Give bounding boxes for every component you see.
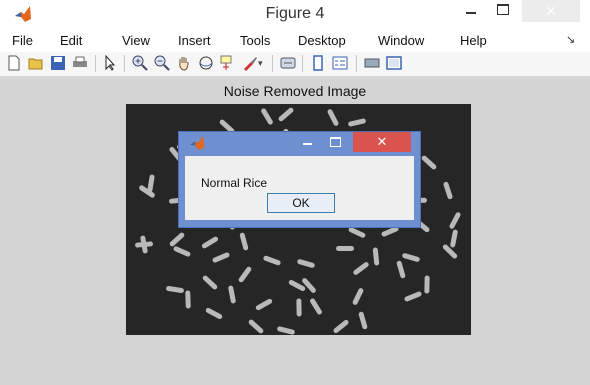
matlab-figure-window: Figure 4 ✕ File Edit View Insert Tools D…	[0, 0, 590, 385]
menu-file[interactable]: File	[12, 33, 33, 48]
rice-grain	[168, 231, 186, 248]
message-dialog: ✕ Normal Rice OK	[178, 131, 421, 228]
menu-overflow-arrow-icon[interactable]: ↘	[566, 33, 575, 46]
rice-grain	[401, 252, 421, 263]
rice-grain	[139, 235, 148, 254]
rice-grain	[263, 254, 282, 266]
menu-help[interactable]: Help	[460, 33, 487, 48]
close-button[interactable]: ✕	[522, 0, 580, 22]
insert-legend-icon[interactable]	[332, 55, 348, 71]
rice-grain	[260, 107, 274, 126]
rice-grain	[372, 247, 380, 266]
rice-grain	[332, 318, 350, 334]
print-icon[interactable]	[72, 55, 88, 71]
rice-grain	[441, 243, 458, 261]
rice-grain	[404, 290, 423, 302]
rice-grain	[247, 318, 265, 335]
dialog-message: Normal Rice	[201, 176, 268, 190]
rice-grain	[348, 117, 367, 127]
rice-grain	[147, 174, 155, 193]
rice-grain	[336, 246, 355, 252]
link-plot-icon[interactable]	[280, 55, 296, 71]
rice-grain	[347, 226, 367, 239]
hide-plot-tools-icon[interactable]	[364, 55, 380, 71]
rice-grain	[449, 211, 462, 231]
rice-grain	[239, 232, 249, 252]
rice-grain	[277, 107, 295, 123]
minimize-button[interactable]	[458, 0, 484, 22]
rice-grain	[443, 180, 454, 200]
zoom-out-icon[interactable]	[154, 55, 170, 71]
rice-grain	[296, 259, 316, 269]
rice-grain	[423, 275, 430, 294]
title-bar[interactable]: Figure 4 ✕	[0, 0, 590, 28]
maximize-button[interactable]	[490, 0, 516, 22]
rice-grain	[396, 260, 407, 279]
rice-grain	[352, 261, 370, 277]
brush-icon[interactable]	[242, 55, 258, 71]
rice-grain	[327, 108, 340, 127]
close-icon: ✕	[376, 134, 388, 149]
insert-colorbar-icon[interactable]	[310, 55, 326, 71]
toolbar-separator	[124, 55, 125, 72]
menu-window[interactable]: Window	[378, 33, 424, 48]
dialog-minimize-button[interactable]	[297, 132, 319, 152]
menu-insert[interactable]: Insert	[178, 33, 211, 48]
menu-desktop[interactable]: Desktop	[298, 33, 346, 48]
rice-grain	[227, 285, 236, 304]
rice-grain	[201, 235, 220, 250]
axes-title: Noise Removed Image	[223, 83, 367, 99]
toolbar-separator	[95, 55, 96, 72]
pan-hand-icon[interactable]	[176, 55, 192, 71]
ok-button[interactable]: OK	[267, 193, 335, 213]
rice-grain	[204, 307, 223, 321]
rice-grain	[165, 285, 185, 294]
close-icon: ✕	[545, 3, 557, 19]
menu-edit[interactable]: Edit	[60, 33, 82, 48]
edit-plot-arrow-icon[interactable]	[102, 55, 118, 71]
rice-grain	[421, 155, 438, 171]
save-icon[interactable]	[50, 55, 66, 71]
dialog-maximize-button[interactable]	[324, 132, 346, 152]
rice-grain	[238, 265, 253, 284]
rice-grain	[449, 229, 458, 248]
dialog-close-button[interactable]: ✕	[353, 132, 411, 152]
rice-grain	[352, 287, 365, 306]
rice-grain	[308, 297, 323, 316]
rice-grain	[211, 251, 231, 264]
data-cursor-icon[interactable]	[220, 55, 236, 71]
toolbar-separator	[272, 55, 273, 72]
toolbar-separator	[356, 55, 357, 72]
new-figure-icon[interactable]	[6, 55, 22, 71]
rice-grain	[201, 274, 218, 291]
rice-grain	[358, 311, 369, 331]
rice-grain	[301, 276, 318, 294]
zoom-in-icon[interactable]	[132, 55, 148, 71]
rotate-3d-icon[interactable]	[198, 55, 214, 71]
rice-grain	[172, 245, 191, 258]
figure-toolbar: ▾	[0, 52, 590, 77]
open-file-icon[interactable]	[28, 55, 44, 71]
rice-grain	[296, 298, 303, 317]
menu-bar: File Edit View Insert Tools Desktop Wind…	[0, 30, 590, 50]
matlab-logo-icon	[189, 135, 205, 151]
dialog-body: Normal Rice OK	[185, 156, 414, 220]
figure-canvas: Noise Removed Image	[0, 77, 590, 385]
menu-tools[interactable]: Tools	[240, 33, 270, 48]
rice-grain	[276, 325, 296, 335]
rice-grain	[255, 297, 274, 311]
toolbar-separator	[302, 55, 303, 72]
dialog-title-bar[interactable]: ✕	[179, 132, 420, 154]
show-plot-tools-icon[interactable]	[386, 55, 402, 71]
rice-grain	[185, 290, 191, 309]
menu-view[interactable]: View	[122, 33, 150, 48]
